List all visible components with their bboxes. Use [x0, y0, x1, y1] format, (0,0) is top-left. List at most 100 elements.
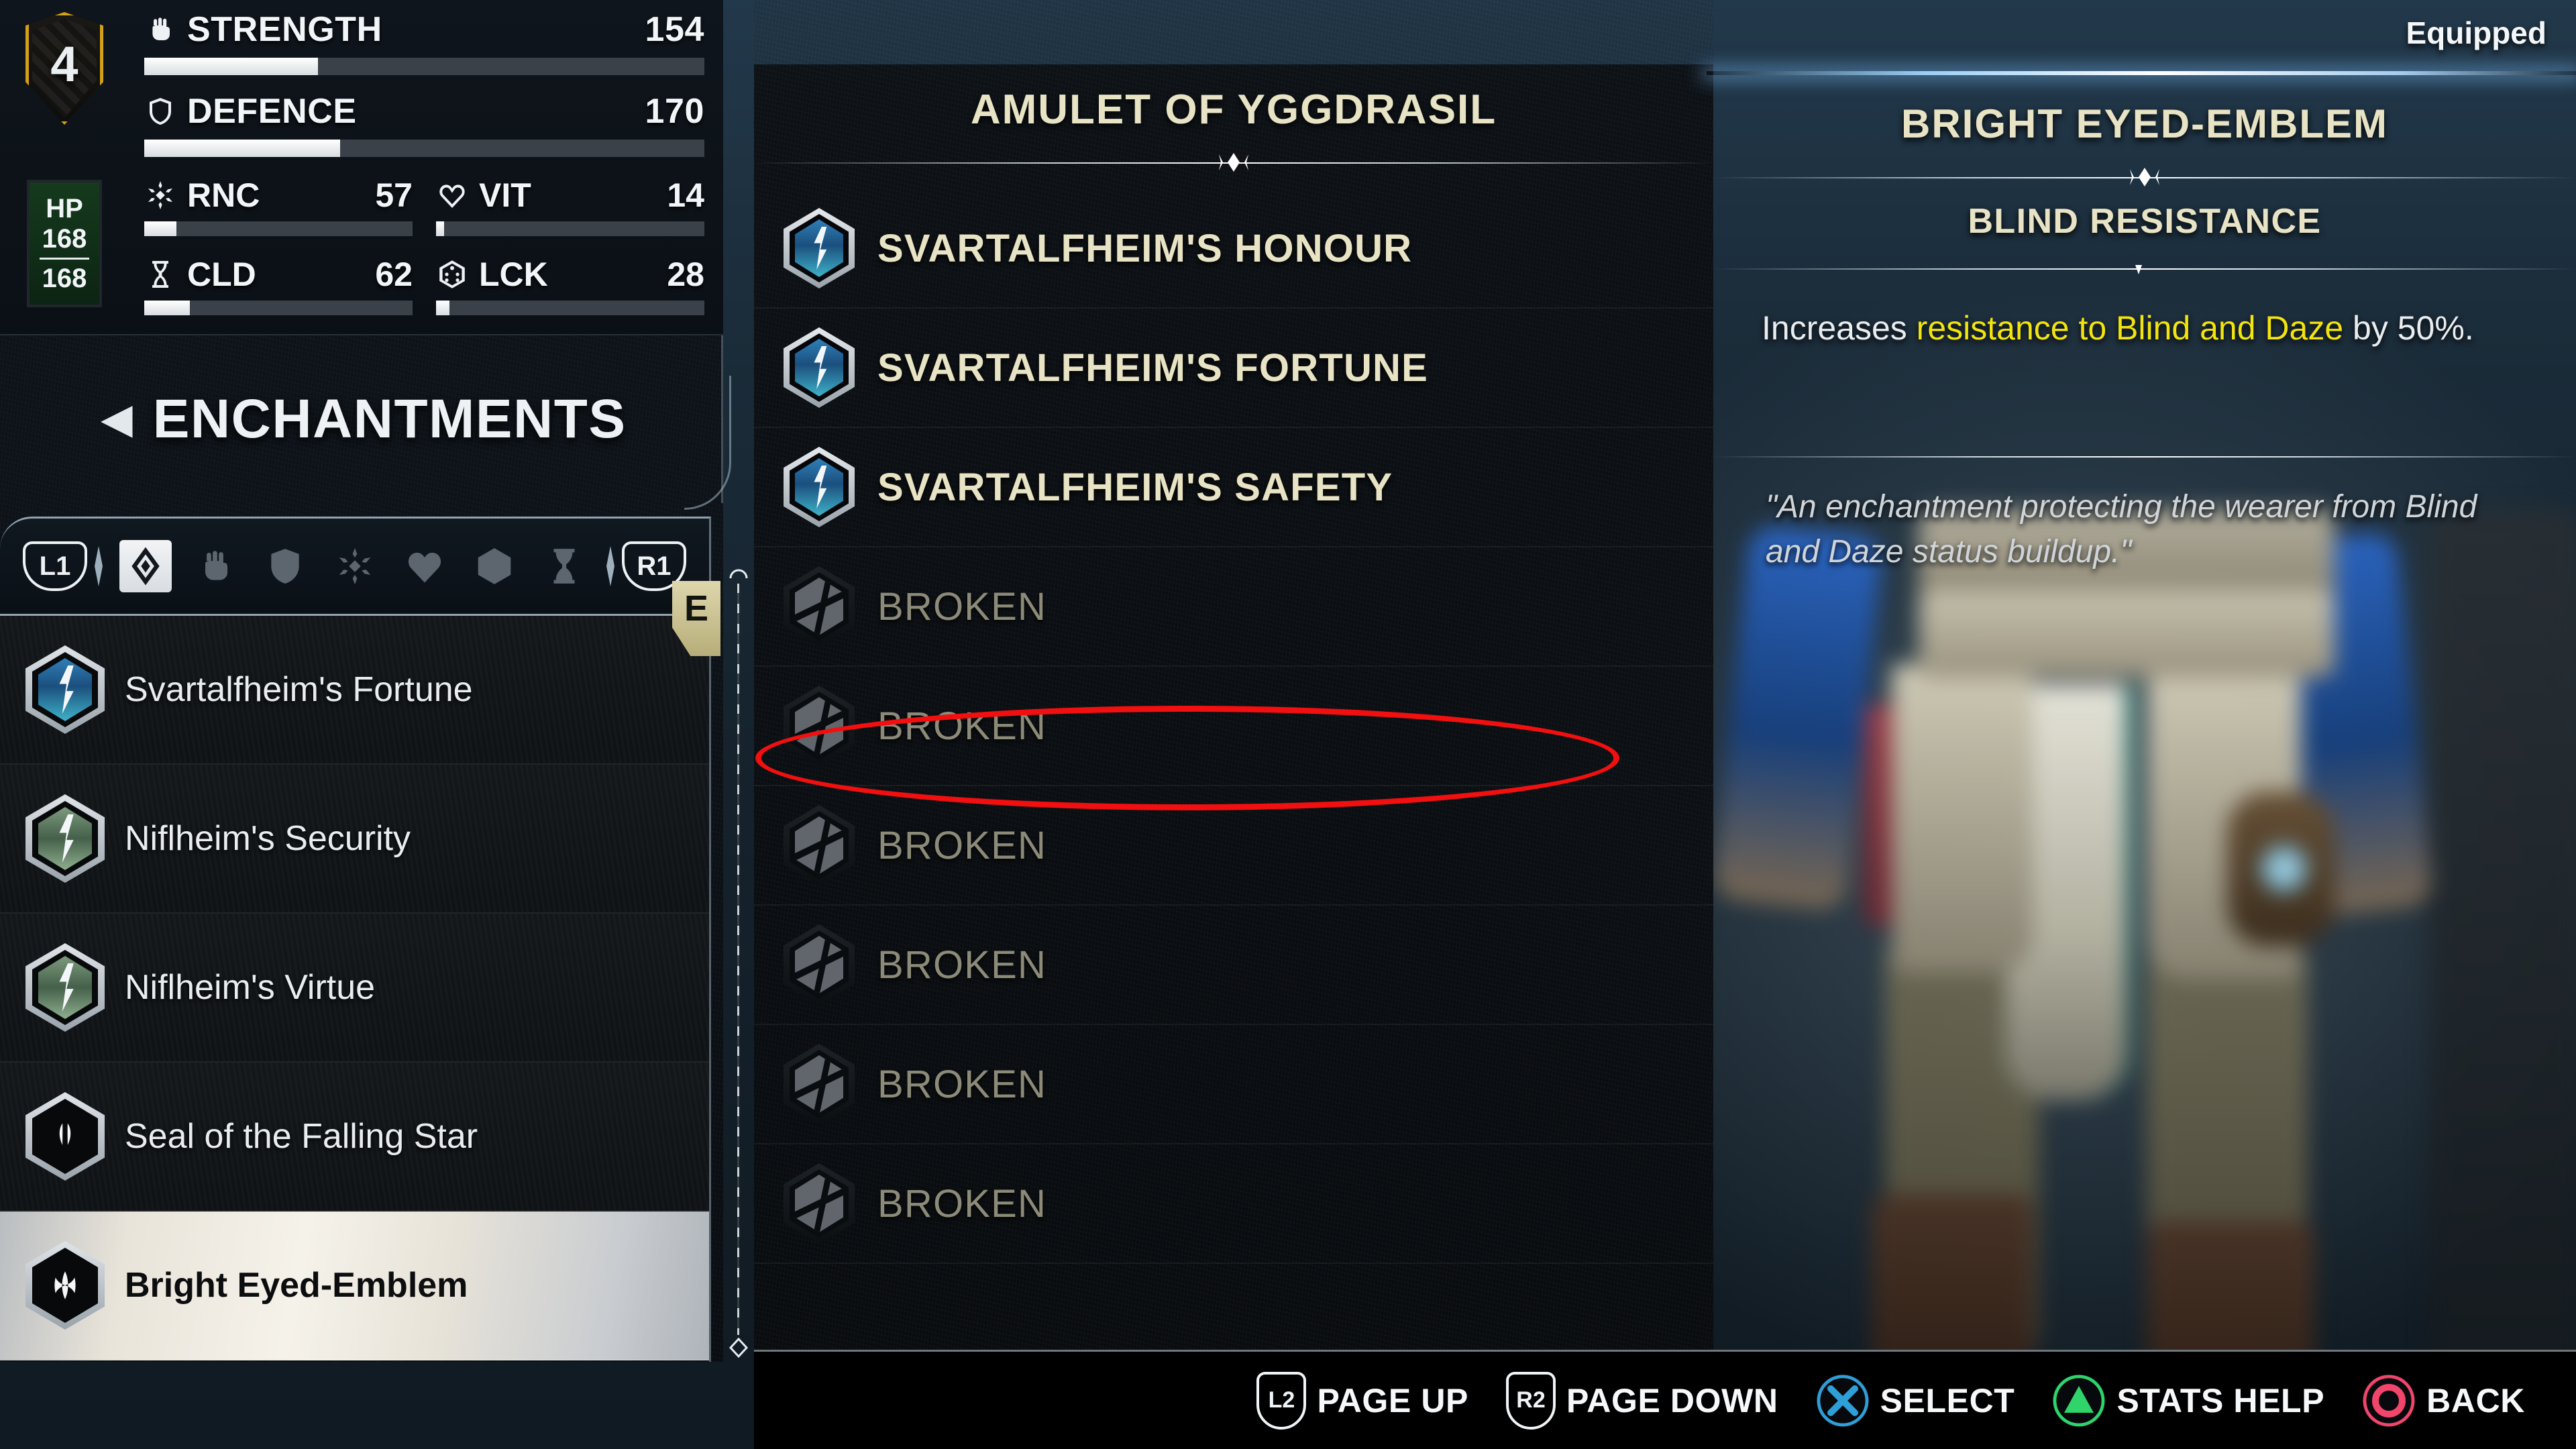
tab-icon-rune[interactable] — [329, 540, 381, 592]
title-divider — [754, 149, 1713, 176]
seal-hex-icon — [25, 1092, 105, 1181]
slot-row-broken[interactable]: BROKEN — [754, 667, 1713, 786]
broken-hex-icon — [784, 686, 855, 766]
list-item[interactable]: Svartalfheim's Fortune — [0, 616, 709, 765]
slot-row-broken[interactable]: BROKEN — [754, 1144, 1713, 1264]
slot-label: SVARTALFHEIM'S FORTUNE — [877, 345, 1429, 390]
shield-icon — [144, 95, 176, 127]
slot-row-broken[interactable]: BROKEN — [754, 547, 1713, 667]
slot-row-broken[interactable]: BROKEN — [754, 786, 1713, 906]
stat-vit: VIT 14 — [436, 176, 704, 236]
prompt-page-up[interactable]: L2 PAGE UP — [1256, 1371, 1468, 1430]
slot-row[interactable]: SVARTALFHEIM'S HONOUR — [754, 189, 1713, 309]
slot-label: SVARTALFHEIM'S HONOUR — [877, 226, 1413, 270]
emblem-hex-icon — [25, 1241, 105, 1330]
l1-bumper-button[interactable]: L1 — [23, 541, 87, 591]
scrollbar-track[interactable] — [737, 584, 739, 1335]
tab-icon-shield[interactable] — [259, 540, 311, 592]
stat-bar — [144, 221, 413, 236]
stat-rnc: RNC 57 — [144, 176, 413, 236]
stat-value: 28 — [667, 256, 704, 293]
hp-label: HP — [46, 193, 83, 223]
category-tab-strip[interactable]: L1 R1 — [0, 517, 711, 616]
prompt-label: PAGE UP — [1317, 1381, 1468, 1419]
triangle-icon[interactable] — [2052, 1373, 2106, 1428]
scrollbar-top-cap-icon — [728, 561, 749, 581]
detail-description: Increases resistance to Blind and Daze b… — [1762, 306, 2513, 351]
enchantment-list[interactable]: Svartalfheim's Fortune Niflheim's Securi… — [0, 616, 711, 1362]
list-item-label: Svartalfheim's Fortune — [125, 670, 473, 709]
list-item-label: Niflheim's Security — [125, 819, 411, 858]
stat-name: LCK — [479, 256, 548, 293]
sidebar-header[interactable]: ◀ ENCHANTMENTS — [0, 335, 723, 503]
tab-icon-diamond[interactable] — [119, 540, 172, 592]
prompt-stats-help[interactable]: STATS HELP — [2052, 1373, 2325, 1428]
rune-hex-icon — [25, 943, 105, 1032]
hp-current: 168 — [42, 223, 87, 254]
stat-bar — [144, 140, 704, 157]
left-sidebar: 4 HP 168 168 STRENGTH 154 DEFENCE 170 RN… — [0, 0, 731, 1362]
slot-row[interactable]: SVARTALFHEIM'S FORTUNE — [754, 309, 1713, 428]
list-item[interactable]: Niflheim's Security — [0, 765, 709, 914]
detail-title: BRIGHT EYED-EMBLEM — [1901, 101, 2388, 146]
prompt-label: STATS HELP — [2116, 1381, 2325, 1419]
prompt-select[interactable]: SELECT — [1815, 1373, 2015, 1428]
stat-name: RNC — [187, 176, 260, 214]
stat-strength: STRENGTH 154 — [144, 9, 704, 75]
slot-list[interactable]: SVARTALFHEIM'S HONOUR SVARTALFHEIM'S FOR… — [754, 189, 1713, 1264]
slot-label: BROKEN — [877, 1062, 1047, 1106]
list-item[interactable]: Seal of the Falling Star — [0, 1063, 709, 1212]
broken-hex-icon — [784, 1044, 855, 1124]
list-item-selected[interactable]: Bright Eyed-Emblem — [0, 1212, 709, 1360]
tab-icon-fist[interactable] — [189, 540, 241, 592]
circle-icon[interactable] — [2362, 1373, 2416, 1428]
slot-label: BROKEN — [877, 704, 1047, 748]
prompt-page-down[interactable]: R2 PAGE DOWN — [1506, 1371, 1778, 1430]
tab-icon-heart[interactable] — [398, 540, 451, 592]
slot-label: SVARTALFHEIM'S SAFETY — [877, 465, 1393, 509]
prompt-back[interactable]: BACK — [2362, 1373, 2525, 1428]
page-title: ENCHANTMENTS — [152, 388, 627, 449]
list-item[interactable]: Niflheim's Virtue — [0, 914, 709, 1063]
description-text-after: by 50%. — [2343, 309, 2474, 347]
back-arrow-icon[interactable]: ◀ — [101, 398, 133, 440]
list-item-label: Seal of the Falling Star — [125, 1117, 478, 1156]
list-item-label: Bright Eyed-Emblem — [125, 1266, 468, 1305]
equipment-slots-panel: AMULET OF YGGDRASIL SVARTALFHEIM'S HONOU… — [754, 0, 1713, 1350]
diamond-separator-icon — [90, 546, 107, 586]
slot-row[interactable]: SVARTALFHEIM'S SAFETY — [754, 428, 1713, 547]
slot-label: BROKEN — [877, 943, 1047, 987]
stat-bar — [436, 221, 704, 236]
r2-trigger-icon[interactable]: R2 — [1506, 1371, 1556, 1430]
diamond-ornament-icon — [2121, 165, 2169, 189]
dice-icon — [436, 258, 468, 290]
stat-value: 62 — [375, 256, 413, 293]
prompt-label: SELECT — [1880, 1381, 2015, 1419]
level-value: 4 — [50, 36, 78, 92]
slot-row-broken[interactable]: BROKEN — [754, 906, 1713, 1025]
hourglass-icon — [144, 258, 176, 290]
panel-glow-divider — [1707, 71, 2576, 75]
rune-hex-icon — [784, 447, 855, 527]
stat-name: DEFENCE — [187, 92, 357, 131]
slot-row-broken[interactable]: BROKEN — [754, 1025, 1713, 1144]
prompt-label: PAGE DOWN — [1566, 1381, 1778, 1419]
equipped-badge: Equipped — [2406, 15, 2546, 50]
stat-value: 57 — [375, 176, 413, 214]
heart-icon — [436, 179, 468, 211]
detail-divider-bottom — [1713, 443, 2576, 470]
tab-icon-dice[interactable] — [468, 540, 521, 592]
tab-icon-hourglass[interactable] — [538, 540, 590, 592]
rune-hex-icon — [25, 645, 105, 734]
list-scrollbar[interactable] — [723, 557, 754, 1362]
stat-name: VIT — [479, 176, 531, 214]
detail-divider-top — [1713, 164, 2576, 191]
stat-cld: CLD 62 — [144, 255, 413, 315]
detail-panel: Equipped BRIGHT EYED-EMBLEM BLIND RESIST… — [1707, 0, 2576, 1350]
stat-value: 170 — [645, 92, 704, 131]
prompt-label: BACK — [2426, 1381, 2525, 1419]
cross-icon[interactable] — [1815, 1373, 1870, 1428]
detail-flavor-text: "An enchantment protecting the wearer fr… — [1766, 489, 2477, 570]
stat-value: 154 — [645, 10, 704, 49]
l2-trigger-icon[interactable]: L2 — [1256, 1371, 1307, 1430]
